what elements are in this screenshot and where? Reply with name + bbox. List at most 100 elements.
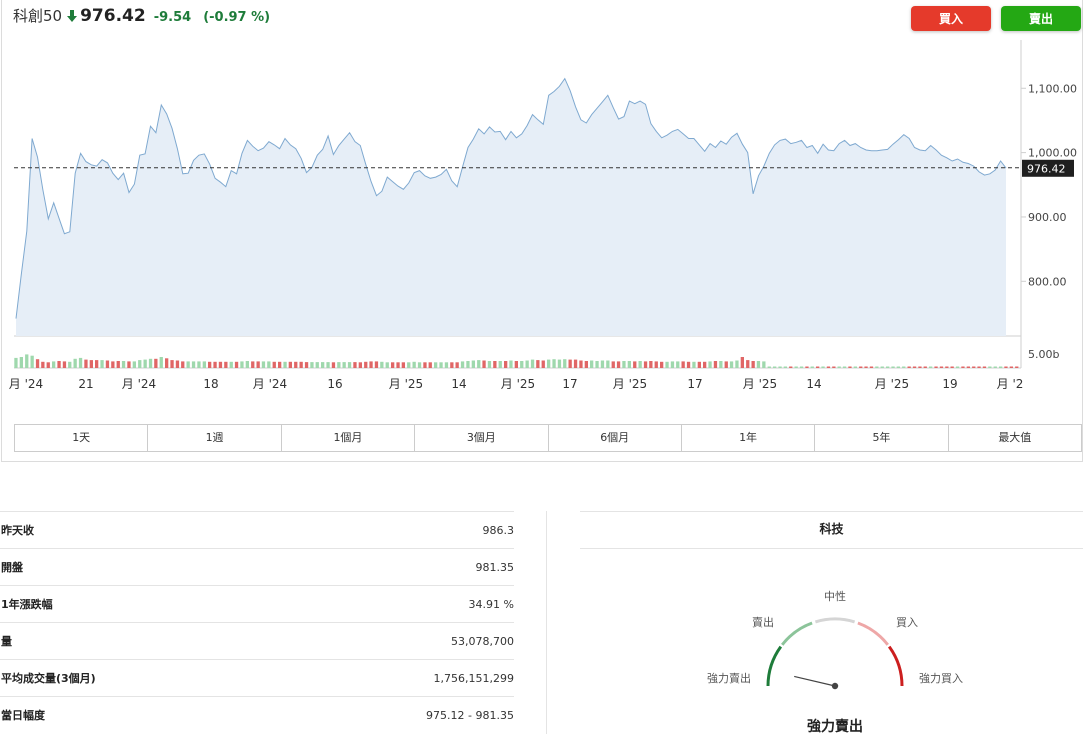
stat-row: 昨天收 986.3 [0, 511, 514, 548]
x-tick-label: 16 [327, 377, 342, 391]
x-tick-label: 月 '2 [997, 377, 1024, 391]
volume-bar [267, 361, 271, 368]
volume-bar [622, 361, 626, 368]
volume-bar [654, 361, 658, 368]
volume-bar [52, 361, 56, 368]
volume-bar [105, 360, 110, 368]
volume-bar [692, 361, 696, 368]
volume-bar [407, 362, 411, 368]
volume-bar [590, 360, 594, 368]
volume-bar [434, 362, 438, 368]
gauge-label-strong_sell: 強力賣出 [707, 671, 751, 685]
stat-row: 當日幅度 975.12 - 981.35 [0, 696, 514, 733]
range-button-3[interactable]: 3個月 [414, 425, 547, 451]
volume-bar [84, 359, 88, 368]
volume-bar [148, 358, 153, 368]
gauge-segment-sell [781, 621, 813, 646]
volume-bar [923, 366, 927, 368]
stat-row: 量 53,078,700 [0, 622, 514, 659]
volume-bar [482, 360, 486, 368]
volume-bar [380, 361, 384, 368]
volume-bar [337, 362, 341, 368]
stat-row: 1年漲跌幅 34.91 % [0, 585, 514, 622]
volume-bar [853, 366, 857, 368]
volume-bar [767, 366, 771, 368]
volume-bar [724, 361, 728, 368]
volume-bar [541, 360, 545, 368]
volume-bar [547, 359, 551, 368]
volume-bar [783, 366, 787, 368]
stat-label: 開盤 [1, 561, 23, 574]
y-tick-label: 800.00 [1028, 275, 1067, 288]
volume-bar [1009, 366, 1013, 368]
volume-bar [159, 357, 163, 368]
y-tick-label: 900.00 [1028, 211, 1067, 224]
volume-bar [988, 366, 992, 368]
volume-bar [251, 361, 255, 368]
volume-bar [272, 361, 276, 368]
volume-bar [600, 360, 605, 368]
gauge-segment-strong_sell [766, 645, 783, 687]
volume-bar [573, 359, 578, 368]
volume-bar [347, 362, 352, 368]
volume-bar [729, 361, 734, 368]
price-chart[interactable]: 1,100.00 1,000.00 900.00 800.00 976.42 5.00b 月… [2, 0, 1083, 400]
volume-bar [816, 366, 820, 368]
volume-bar [165, 358, 169, 368]
volume-bar [95, 360, 99, 368]
volume-bar [918, 366, 922, 368]
range-button-6[interactable]: 5年 [814, 425, 947, 451]
volume-bar [633, 361, 637, 368]
stat-value: 981.35 [475, 560, 515, 574]
volume-bar [552, 359, 556, 368]
stat-value: 986.3 [482, 523, 515, 537]
range-button-2[interactable]: 1個月 [280, 425, 414, 451]
volume-bar [826, 366, 831, 368]
volume-bar [697, 361, 701, 368]
volume-bar [832, 366, 836, 368]
volume-bar [837, 366, 841, 368]
volume-bar [912, 366, 917, 368]
volume-bar [89, 360, 93, 368]
volume-bar [240, 361, 244, 368]
volume-bar [934, 366, 938, 368]
volume-bar [799, 366, 804, 368]
volume-bar [1004, 366, 1008, 368]
range-button-0[interactable]: 1天 [15, 425, 147, 451]
x-tick-label: 14 [451, 377, 466, 391]
volume-bar [46, 362, 50, 368]
volume-bar [121, 361, 126, 368]
volume-bar [175, 360, 180, 368]
technical-header: 科技 [580, 511, 1083, 549]
volume-bar [762, 361, 766, 368]
volume-bar [945, 366, 949, 368]
volume-bar [208, 361, 212, 368]
volume-bar [256, 361, 260, 368]
range-button-5[interactable]: 1年 [680, 425, 814, 451]
volume-bar [557, 359, 562, 368]
range-button-1[interactable]: 1週 [147, 425, 280, 451]
volume-bar [181, 361, 185, 368]
volume-bar [315, 362, 319, 368]
price-area [16, 78, 1006, 336]
volume-bar [756, 361, 761, 368]
volume-bar [25, 354, 29, 368]
volume-bar [111, 361, 115, 368]
range-button-7[interactable]: 最大值 [947, 425, 1081, 451]
volume-bar [353, 362, 357, 368]
technical-summary: 強力賣出 [807, 719, 863, 735]
volume-bar [579, 360, 583, 368]
volume-bar [170, 360, 174, 368]
range-button-4[interactable]: 6個月 [547, 425, 681, 451]
volume-bar [331, 362, 336, 368]
volume-bar [525, 360, 529, 368]
volume-bar [821, 366, 825, 368]
volume-tick-label: 5.00b [1028, 348, 1059, 361]
gauge-segment-buy [857, 621, 889, 646]
gauge-label-buy: 買入 [896, 616, 918, 629]
volume-bar [563, 359, 567, 368]
gauge-label-strong_buy: 強力買入 [919, 672, 963, 685]
volume-bar [288, 361, 292, 368]
volume-bar [875, 366, 879, 368]
volume-bar [304, 362, 309, 368]
